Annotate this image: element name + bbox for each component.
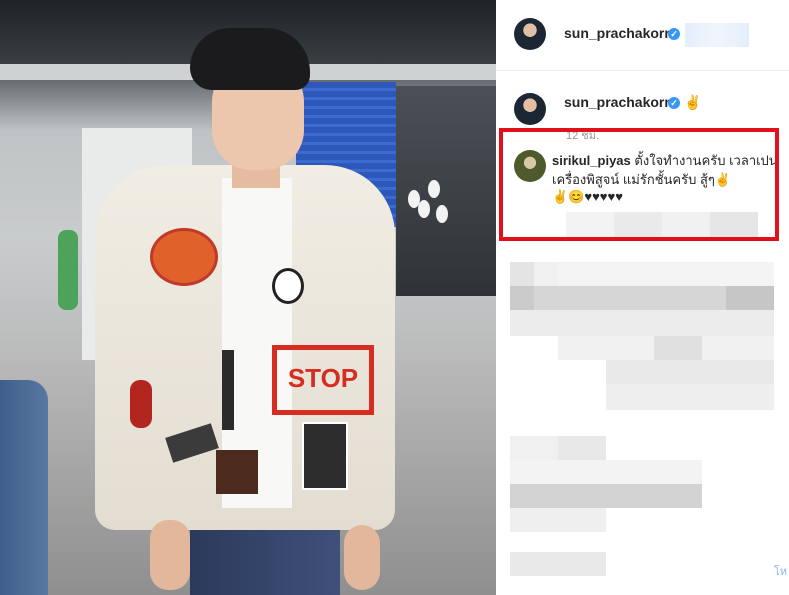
post-header: sun_prachakorn ✓ xyxy=(496,0,789,71)
verified-badge-icon: ✓ xyxy=(668,97,680,109)
jacket-patch-red xyxy=(130,380,152,428)
photo-light xyxy=(418,200,430,218)
post-photo[interactable]: STOP xyxy=(0,0,496,595)
blurred-comment xyxy=(510,552,606,576)
photo-plant xyxy=(58,230,78,310)
jacket-patch-photo xyxy=(216,450,258,494)
post-side-panel: sun_prachakorn ✓ sun_prachakorn ✓ ✌ 12 ช… xyxy=(496,0,789,595)
jacket-patch-figure xyxy=(302,422,348,490)
follow-button-blurred[interactable] xyxy=(685,23,749,47)
photo-hand xyxy=(150,520,190,590)
jacket-stop-sign: STOP xyxy=(272,345,374,415)
photo-light xyxy=(436,205,448,223)
jacket-paint-stroke xyxy=(222,350,234,430)
photo-hair xyxy=(190,28,310,90)
caption-username[interactable]: sun_prachakorn xyxy=(564,94,673,110)
caption-avatar[interactable] xyxy=(514,93,546,125)
caption-text: ✌ xyxy=(684,94,702,110)
blurred-comments-block xyxy=(510,262,774,410)
photo-hand xyxy=(344,525,380,590)
comment-highlight-frame xyxy=(499,128,779,241)
author-avatar[interactable] xyxy=(514,18,546,50)
more-link[interactable]: โห xyxy=(774,562,787,580)
author-username[interactable]: sun_prachakorn xyxy=(564,25,673,41)
photo-light xyxy=(428,180,440,198)
jacket-patch-skull xyxy=(272,268,304,304)
photo-bystander xyxy=(0,380,48,595)
jacket-patch-orange xyxy=(150,228,218,286)
blurred-comments-block xyxy=(510,436,750,532)
verified-badge-icon: ✓ xyxy=(668,28,680,40)
